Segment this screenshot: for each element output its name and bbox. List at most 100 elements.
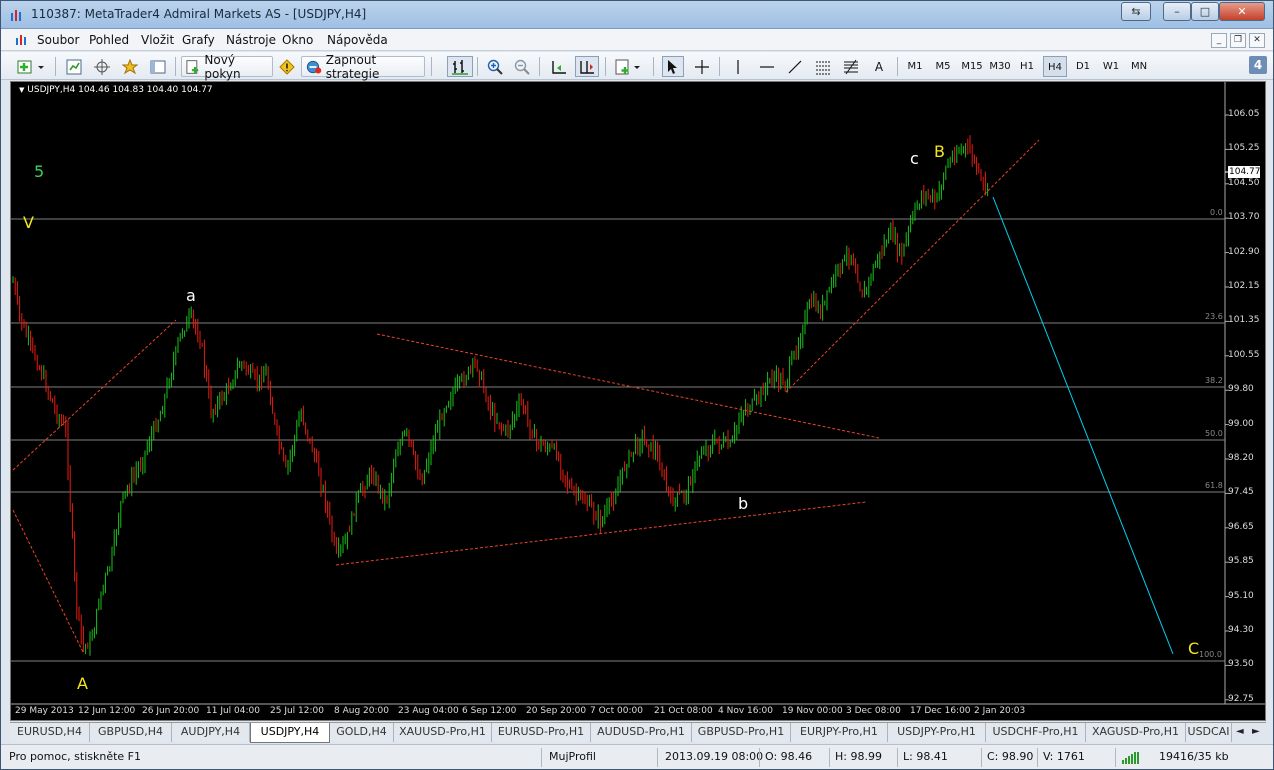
favorites-button[interactable] [119, 56, 141, 77]
tab-usdjpy-pro-h1[interactable]: USDJPY-Pro,H1 [888, 723, 986, 742]
tab-audusd-pro-h1[interactable]: AUDUSD-Pro,H1 [591, 723, 692, 742]
window-restore-button[interactable]: ⇆ [1121, 2, 1151, 21]
status-close: C: 98.90 [987, 750, 1034, 763]
price-tick-label: 100.55 [1228, 349, 1260, 360]
menu-bar: Soubor Pohled Vložit Grafy Nástroje Okno… [1, 29, 1273, 51]
warning-icon [279, 58, 295, 75]
tab-eurusd-pro-h1[interactable]: EURUSD-Pro,H1 [492, 723, 591, 742]
tab-scroll-left-icon[interactable]: ◄ [1236, 726, 1244, 737]
indicators-icon [615, 59, 640, 74]
price-tick-label: 103.70 [1228, 212, 1260, 223]
window-maximize-button[interactable]: □ [1191, 2, 1219, 21]
vertical-line-tool-button[interactable] [727, 56, 749, 77]
status-traffic: 19416/35 kb [1159, 750, 1229, 763]
status-profile[interactable]: MujProfil [549, 750, 596, 763]
autotrading-button[interactable]: Zapnout strategie [301, 53, 425, 81]
horizontal-line-icon [760, 65, 774, 68]
chart-shift-button[interactable] [575, 56, 599, 77]
timeframe-w1[interactable]: W1 [1099, 56, 1123, 77]
timeframe-h4[interactable]: H4 [1043, 56, 1067, 77]
date-tick-label: 4 Nov 16:00 [718, 706, 773, 716]
window-minimize-button[interactable]: – [1163, 2, 1191, 21]
date-tick-label: 6 Sep 12:00 [462, 706, 517, 716]
menu-okno[interactable]: Okno [282, 33, 313, 47]
price-tick-label: 104.50 [1228, 177, 1260, 188]
tab-eurusd-h4[interactable]: EURUSD,H4 [10, 723, 90, 742]
timeframe-m15[interactable]: M15 [959, 56, 985, 77]
tab-gbpusd-pro-h1[interactable]: GBPUSD-Pro,H1 [692, 723, 791, 742]
timeframe-m1[interactable]: M1 [903, 56, 927, 77]
tab-usdcad-partial[interactable]: USDCAI [1186, 723, 1232, 742]
zoom-in-button[interactable] [484, 56, 506, 77]
chart-menu-triangle-icon[interactable]: ▼ [19, 86, 24, 94]
new-chart-icon [17, 60, 44, 73]
timeframe-m30[interactable]: M30 [987, 56, 1013, 77]
fib-label-38-2: 38.2 [1205, 376, 1223, 385]
horizontal-line-tool-button[interactable] [756, 56, 778, 77]
date-tick-label: 21 Oct 08:00 [654, 706, 713, 716]
menu-grafy[interactable]: Grafy [182, 33, 215, 47]
tab-usdchf-pro-h1[interactable]: USDCHF-Pro,H1 [986, 723, 1086, 742]
price-tick-label: 99.80 [1228, 384, 1254, 395]
tab-scroll-right-icon[interactable]: ► [1252, 726, 1260, 737]
fib-label-50: 50.0 [1205, 429, 1223, 438]
timeframe-h1[interactable]: H1 [1015, 56, 1039, 77]
bar-chart-button[interactable] [447, 56, 473, 77]
terminal-panel-button[interactable] [147, 56, 169, 77]
wave-label-v: V [23, 213, 34, 232]
wave-label-a-big: A [77, 674, 88, 693]
timeframe-mn[interactable]: MN [1127, 56, 1151, 77]
crosshair-tool-button[interactable] [691, 56, 713, 77]
tab-audjpy-h4[interactable]: AUDJPY,H4 [172, 723, 250, 742]
date-tick-label: 20 Sep 20:00 [526, 706, 587, 716]
trendline-tool-button[interactable] [784, 56, 806, 77]
price-chart-canvas[interactable] [11, 82, 1265, 720]
fibonacci-icon [844, 59, 858, 74]
text-tool-button[interactable]: A [868, 56, 890, 77]
terminal-panel-icon [150, 60, 166, 73]
metatrader-app-icon [11, 10, 21, 21]
connection-status-icon [1122, 752, 1139, 764]
timeframe-m5[interactable]: M5 [931, 56, 955, 77]
tab-usdjpy-h4[interactable]: USDJPY,H4 [250, 723, 330, 743]
tab-xagusd-pro-h1[interactable]: XAGUSD-Pro,H1 [1086, 723, 1186, 742]
wave-label-5: 5 [34, 162, 45, 181]
tab-eurjpy-pro-h1[interactable]: EURJPY-Pro,H1 [791, 723, 888, 742]
market-watch-icon [66, 59, 82, 74]
new-order-label: Nový pokyn [204, 52, 241, 81]
new-chart-button[interactable] [15, 56, 49, 77]
chart-tabs: EURUSD,H4 GBPUSD,H4 AUDJPY,H4 USDJPY,H4 … [10, 722, 1266, 743]
cursor-tool-button[interactable] [662, 56, 684, 77]
new-order-button[interactable]: Nový pokyn [181, 53, 273, 81]
window-close-button[interactable]: ✕ [1219, 2, 1265, 21]
menu-soubor[interactable]: Soubor [37, 33, 79, 47]
menu-nastroje[interactable]: Nástroje [226, 33, 276, 47]
market-watch-button[interactable] [63, 56, 85, 77]
zoom-out-button[interactable] [511, 56, 533, 77]
menu-pohled[interactable]: Pohled [89, 33, 129, 47]
mdi-restore-button[interactable]: ❐ [1230, 33, 1246, 48]
tab-gold-h4[interactable]: GOLD,H4 [330, 723, 394, 742]
fib-label-0: 0.0 [1210, 208, 1223, 217]
notification-badge[interactable]: 4 [1249, 56, 1267, 74]
timeframe-d1[interactable]: D1 [1071, 56, 1095, 77]
menu-napoveda[interactable]: Nápověda [327, 33, 388, 47]
fibonacci-tool-button[interactable] [840, 56, 862, 77]
mdi-minimize-button[interactable]: _ [1211, 33, 1227, 48]
date-tick-label: 12 Jun 12:00 [78, 706, 136, 716]
indicators-button[interactable] [613, 56, 645, 77]
date-tick-label: 25 Jul 12:00 [270, 706, 324, 716]
mdi-close-button[interactable]: ✕ [1249, 33, 1265, 48]
alerts-button[interactable] [277, 56, 297, 77]
tab-xauusd-pro-h1[interactable]: XAUUSD-Pro,H1 [394, 723, 492, 742]
chart-area[interactable]: ▼ USDJPY,H4 104.46 104.83 104.40 104.77 … [10, 81, 1266, 721]
main-toolbar: Nový pokyn Zapnout strategie A M1 M5 M15… [1, 52, 1273, 81]
channel-tool-button[interactable] [812, 56, 834, 77]
auto-scroll-button[interactable] [547, 56, 571, 77]
crosshair-nav-button[interactable] [91, 56, 113, 77]
trendline-triangle-upper [376, 333, 880, 439]
tab-gbpusd-h4[interactable]: GBPUSD,H4 [90, 723, 172, 742]
trendline-icon [788, 60, 802, 73]
star-folder-icon [122, 58, 138, 74]
menu-vlozit[interactable]: Vložit [141, 33, 174, 47]
